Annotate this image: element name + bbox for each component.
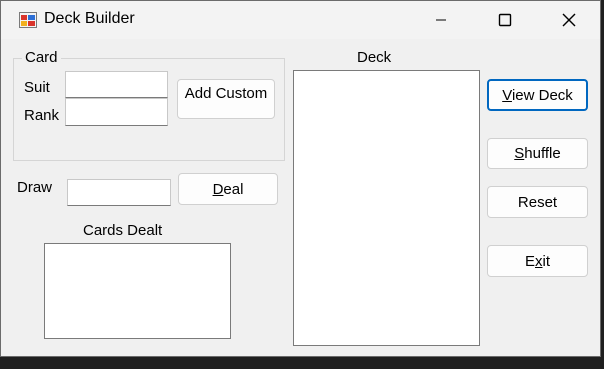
maximize-icon [498,13,512,27]
minimize-icon [436,19,446,21]
reset-label: Reset [517,193,558,211]
exit-button[interactable]: Exit [487,245,588,277]
suit-label: Suit [24,79,50,96]
draw-label: Draw [17,179,53,196]
app-icon [19,12,37,28]
shuffle-button[interactable]: Shuffle [487,138,588,169]
deck-listbox[interactable] [293,70,480,346]
deck-builder-window: Deck Builder Card Suit Rank Add Custom D… [0,0,601,357]
title-bar[interactable]: Deck Builder [1,1,600,39]
cards-dealt-label: Cards Dealt [83,222,163,239]
card-group-legend: Card [22,49,61,66]
close-button[interactable] [546,1,592,39]
reset-button[interactable]: Reset [487,186,588,218]
add-custom-button[interactable]: Add Custom [177,79,275,119]
exit-label: Exit [524,252,550,270]
shuffle-label: Shuffle [514,145,561,162]
minimize-button[interactable] [418,1,464,39]
deal-label: Deal [212,180,244,198]
maximize-button[interactable] [482,1,528,39]
rank-label: Rank [24,107,60,124]
suit-input[interactable] [65,71,168,98]
cards-dealt-listbox[interactable] [44,243,231,339]
view-deck-label: View Deck [502,86,573,104]
add-custom-label: Add Custom [184,85,268,102]
close-icon [562,13,576,27]
draw-input[interactable] [67,179,171,206]
view-deck-button[interactable]: View Deck [487,79,588,111]
deal-button[interactable]: Deal [178,173,278,205]
rank-input[interactable] [65,98,168,126]
deck-label: Deck [357,49,392,66]
window-title: Deck Builder [44,10,135,27]
